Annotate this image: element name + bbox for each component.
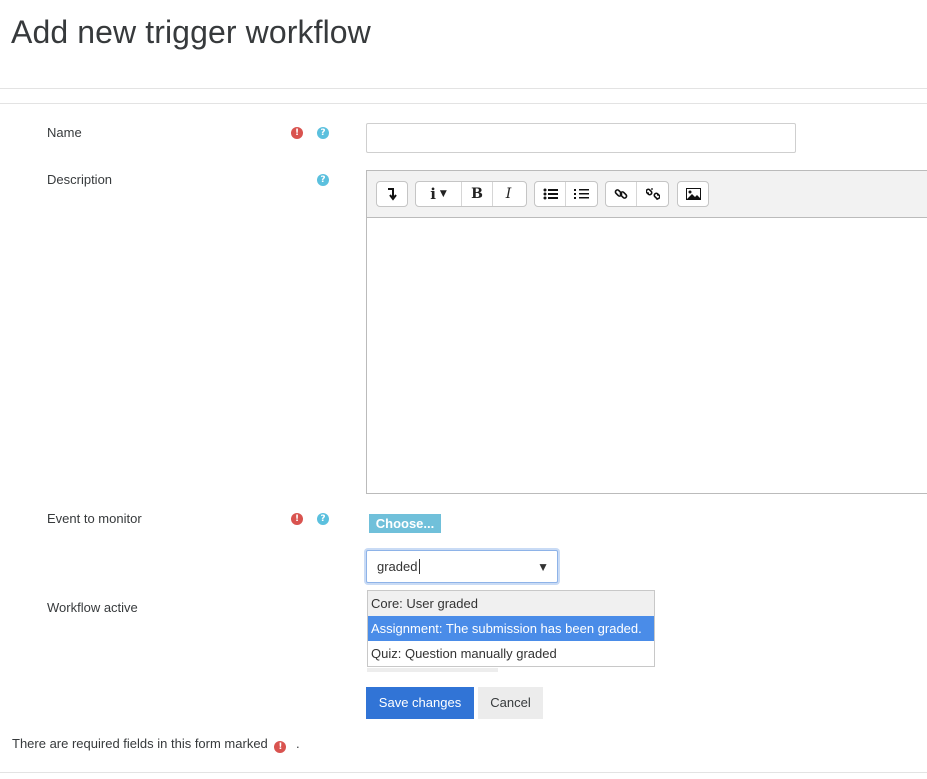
toolbar-group [534, 181, 598, 207]
help-icon[interactable]: ? [317, 174, 329, 186]
required-fields-note: There are required fields in this form m… [12, 736, 300, 753]
toolbar-group: i ▼ B I [415, 181, 527, 207]
collapse-icon[interactable] [377, 182, 407, 206]
chevron-down-icon[interactable]: ▼ [537, 560, 549, 574]
dropdown-option[interactable]: Core: User graded [368, 591, 654, 616]
editor-toolbar: i ▼ B I [367, 171, 927, 218]
help-icon[interactable]: ? [317, 127, 329, 139]
cancel-button[interactable]: Cancel [478, 687, 543, 719]
info-icon[interactable]: i ▼ [416, 182, 462, 206]
name-input[interactable] [366, 123, 796, 153]
divider [0, 88, 927, 89]
toolbar-group [677, 181, 709, 207]
unlink-icon[interactable] [637, 182, 668, 206]
search-value: graded [377, 559, 418, 574]
dropdown-option[interactable]: Quiz: Question manually graded [368, 641, 654, 666]
hidden-field-edge [367, 668, 498, 672]
divider [0, 772, 927, 773]
page-title: Add new trigger workflow [11, 14, 371, 50]
text-caret [419, 559, 420, 574]
choose-button[interactable]: Choose... [369, 514, 441, 533]
page: Add new trigger workflow Name ! ? Descri… [0, 0, 927, 779]
italic-icon[interactable]: I [493, 182, 524, 206]
workflow-active-label: Workflow active [47, 600, 138, 615]
event-search-select[interactable]: graded ▼ [366, 550, 558, 583]
link-icon[interactable] [606, 182, 637, 206]
required-icon: ! [274, 741, 287, 753]
required-icon: ! [291, 127, 303, 139]
name-label: Name [47, 125, 82, 140]
toolbar-group [605, 181, 669, 207]
event-label: Event to monitor [47, 511, 142, 526]
ordered-list-icon[interactable] [566, 182, 597, 206]
required-icon: ! [291, 513, 303, 525]
required-note-suffix: . [296, 736, 300, 751]
required-note-text: There are required fields in this form m… [12, 736, 268, 751]
event-dropdown-list[interactable]: Core: User graded Assignment: The submis… [367, 590, 655, 667]
divider [0, 103, 927, 104]
save-button[interactable]: Save changes [366, 687, 474, 719]
toolbar-group [376, 181, 408, 207]
description-editor[interactable]: i ▼ B I [366, 170, 927, 494]
image-icon[interactable] [678, 182, 708, 206]
unordered-list-icon[interactable] [535, 182, 566, 206]
description-label: Description [47, 172, 113, 187]
dropdown-option-selected[interactable]: Assignment: The submission has been grad… [368, 616, 654, 641]
help-icon[interactable]: ? [317, 513, 329, 525]
bold-icon[interactable]: B [462, 182, 493, 206]
